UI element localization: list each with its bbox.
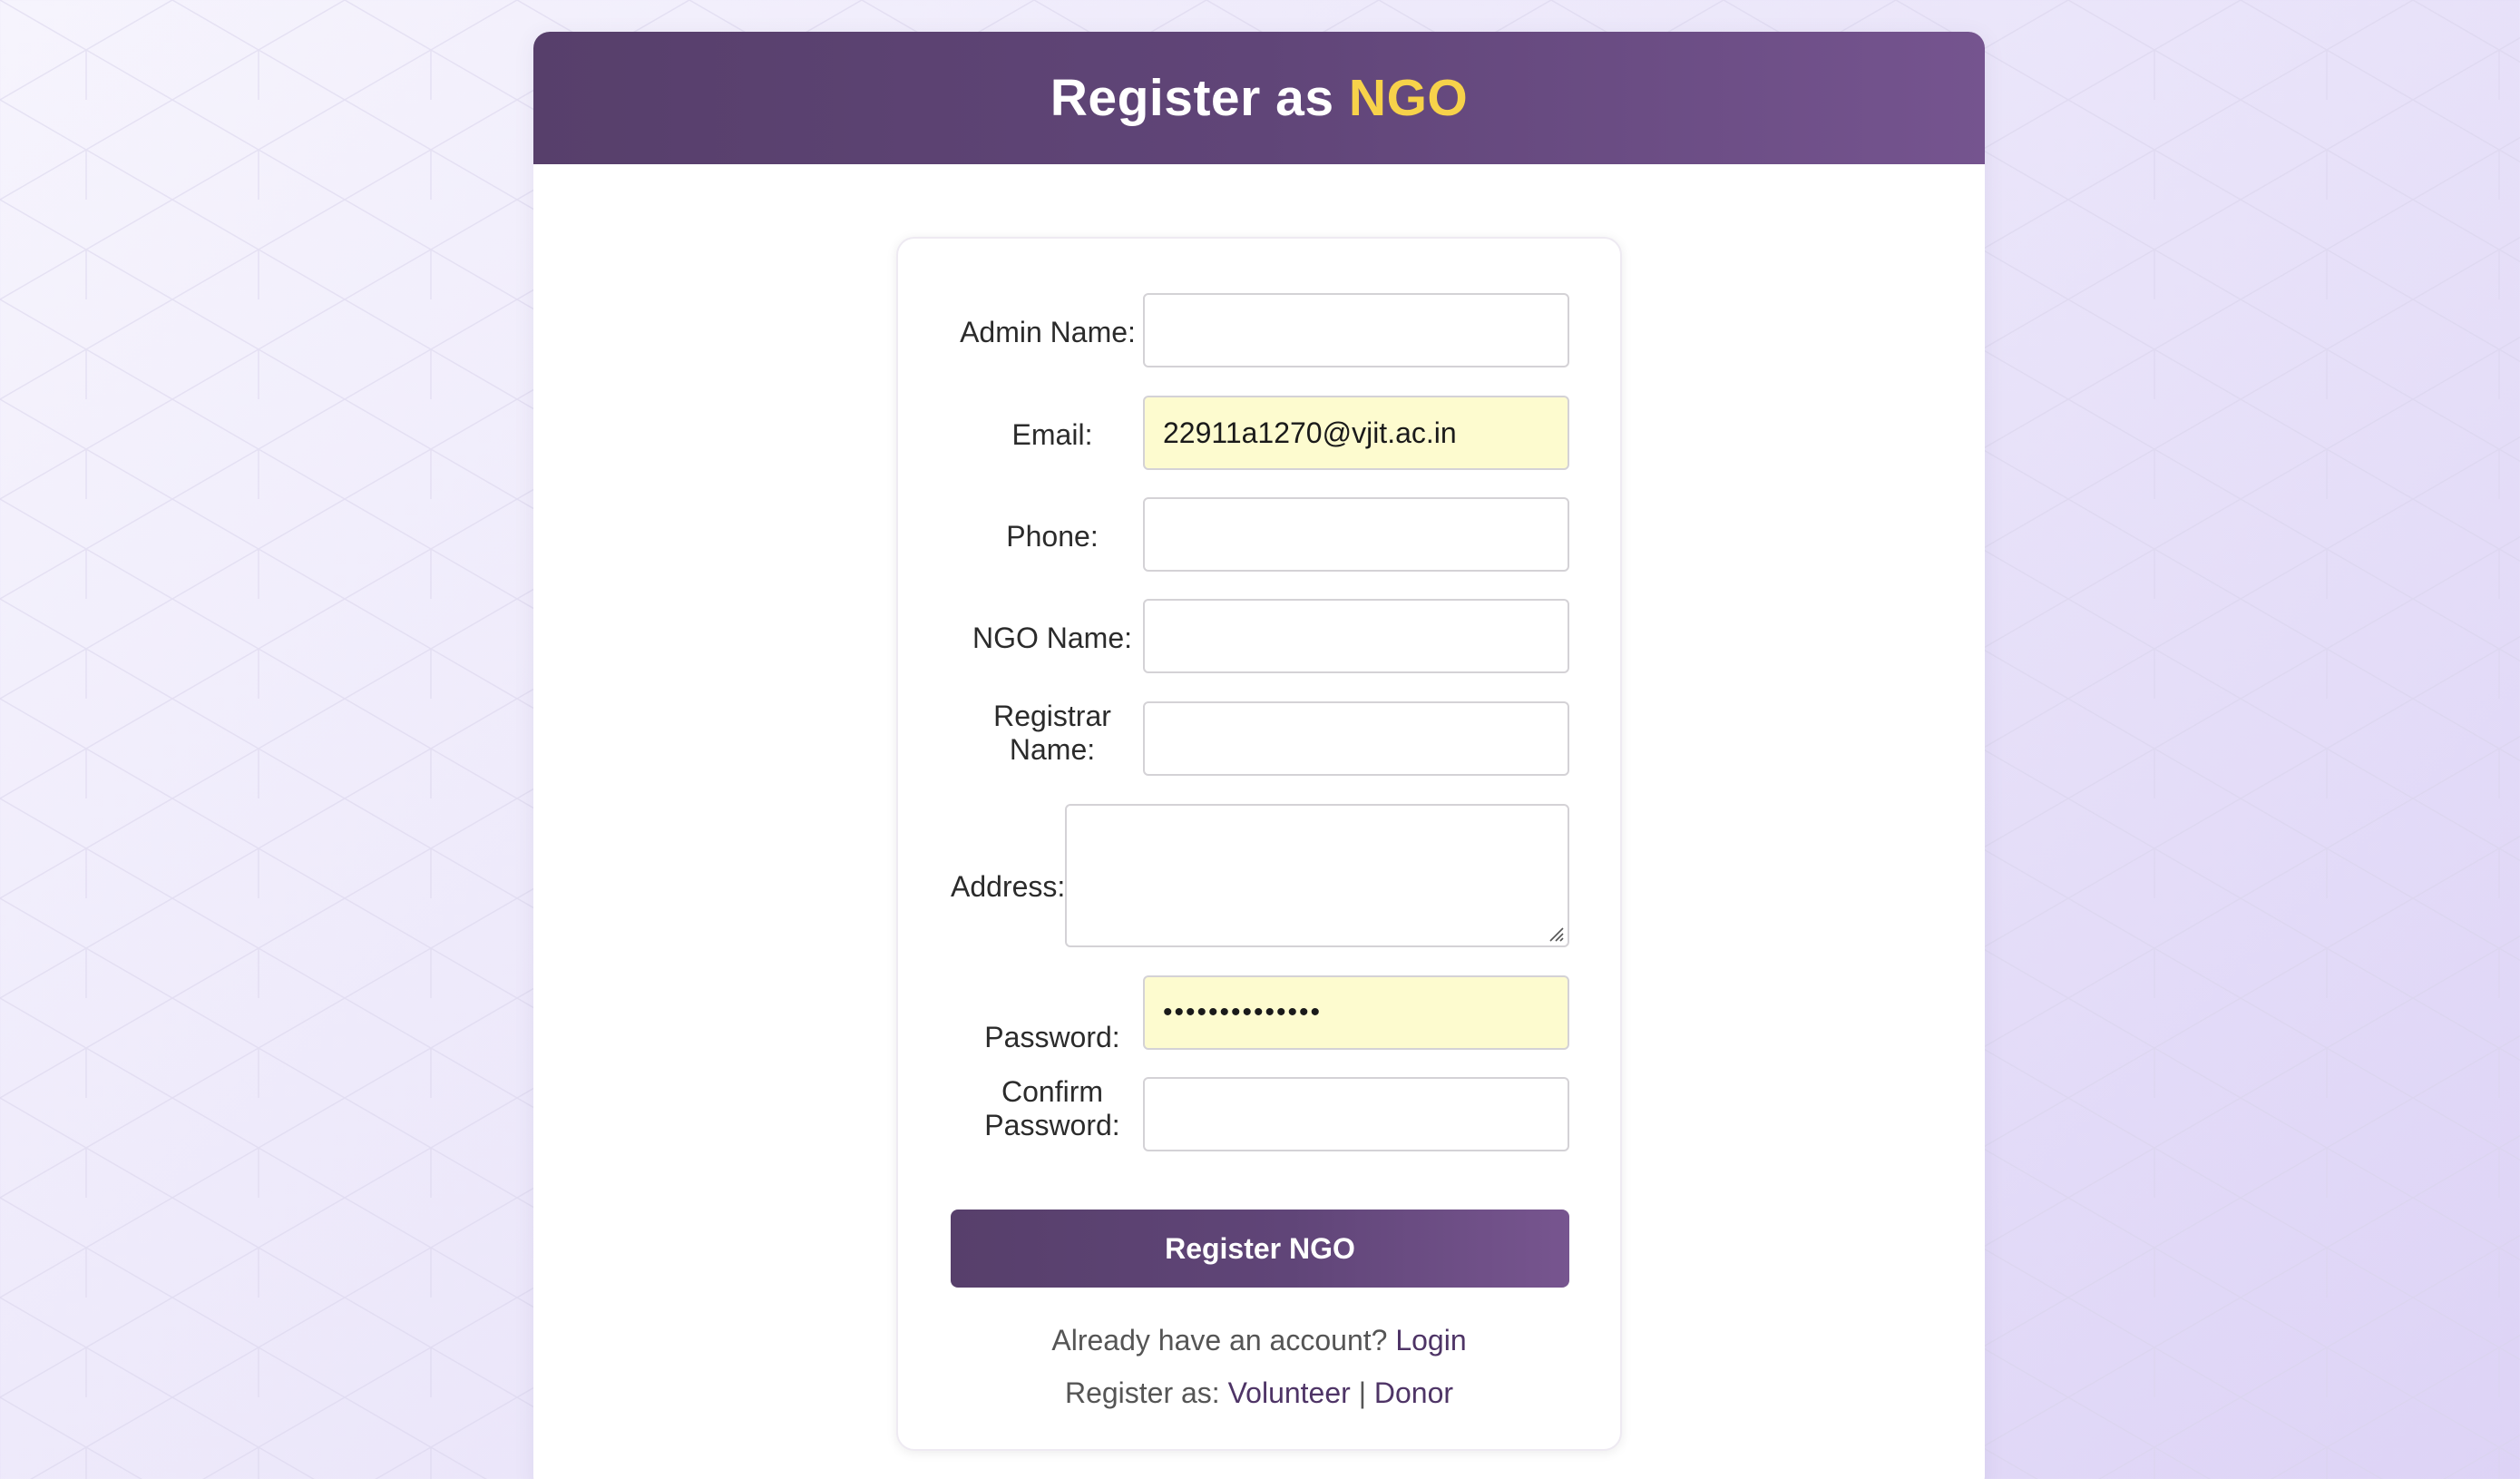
account-prompt-text: Already have an account? (1051, 1324, 1388, 1357)
registrar-name-label-line2: Name: (1009, 733, 1096, 766)
address-label: Address: (951, 870, 1066, 903)
ngo-name-input[interactable] (1143, 599, 1569, 673)
resize-handle-icon[interactable] (1545, 923, 1565, 943)
link-separator: | (1358, 1376, 1366, 1409)
admin-name-input[interactable] (1143, 293, 1569, 367)
header-bar: Register as NGO (533, 32, 1985, 164)
admin-name-label: Admin Name: (960, 316, 1136, 348)
login-prompt: Already have an account? Login (898, 1324, 1620, 1357)
ngo-name-label: NGO Name: (972, 622, 1133, 654)
email-label: Email: (1011, 418, 1093, 451)
title-highlight: NGO (1348, 69, 1469, 127)
confirm-password-label-line1: Confirm (1001, 1075, 1103, 1108)
registrar-name-label: Registrar Name: (952, 700, 1152, 767)
email-input[interactable]: 22911a1270@vjit.ac.in (1143, 396, 1569, 470)
confirm-password-label-line2: Password: (984, 1109, 1120, 1141)
phone-label: Phone: (1006, 520, 1099, 553)
donor-link[interactable]: Donor (1374, 1376, 1453, 1409)
register-panel: Register as NGO Admin Name: Email: 22911… (533, 32, 1985, 1479)
confirm-password-label: Confirm Password: (952, 1075, 1152, 1142)
login-link[interactable]: Login (1395, 1324, 1466, 1357)
page-title: Register as NGO (1050, 68, 1469, 128)
title-prefix: Register as (1050, 69, 1334, 127)
registrar-name-input[interactable] (1143, 701, 1569, 776)
confirm-password-input[interactable] (1143, 1077, 1569, 1151)
register-as-text: Register as: (1064, 1376, 1220, 1409)
phone-input[interactable] (1143, 497, 1569, 572)
registration-form: Admin Name: Email: 22911a1270@vjit.ac.in… (896, 237, 1622, 1451)
address-textarea[interactable] (1065, 804, 1569, 947)
password-label: Password: (984, 1021, 1120, 1053)
registrar-name-label-line1: Registrar (993, 700, 1111, 732)
register-ngo-button[interactable]: Register NGO (951, 1210, 1569, 1288)
password-input[interactable]: •••••••••••••• (1143, 975, 1569, 1050)
volunteer-link[interactable]: Volunteer (1228, 1376, 1351, 1409)
register-as-links: Register as: Volunteer | Donor (898, 1376, 1620, 1410)
